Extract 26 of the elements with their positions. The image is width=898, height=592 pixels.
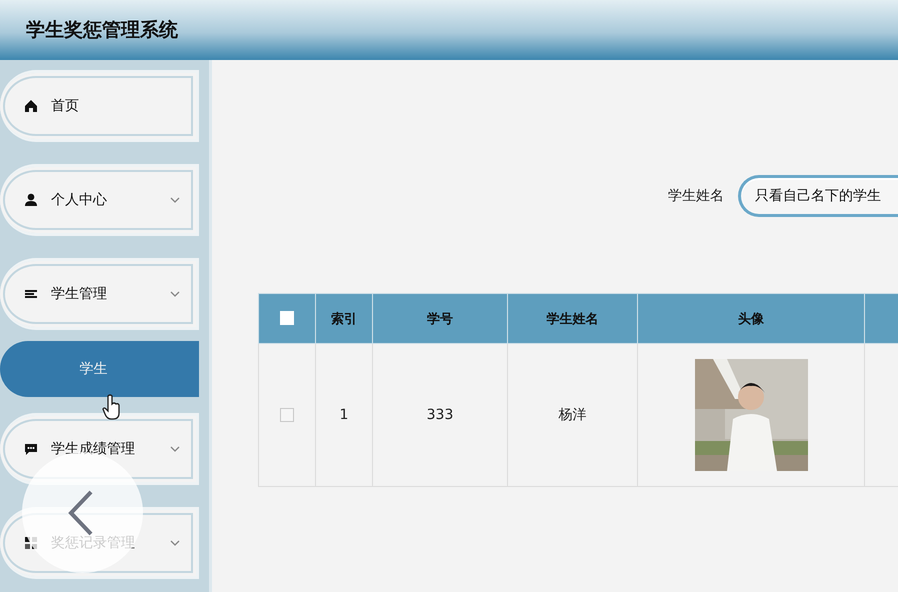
submenu-item[interactable]: 学生: [0, 341, 199, 397]
table-cell: 333: [372, 344, 508, 486]
chevron-down-icon: [170, 291, 180, 297]
chevron-left-icon: [68, 490, 94, 536]
user-icon: [24, 193, 38, 207]
table-cell: 杨洋: [508, 344, 638, 486]
chevron-down-icon: [170, 197, 180, 203]
app-title: 学生奖惩管理系统: [26, 18, 178, 43]
home-icon: [24, 99, 38, 113]
search-field[interactable]: 只看自己名下的学生: [738, 175, 898, 217]
column-header: 学生姓名: [508, 294, 638, 344]
checkbox[interactable]: [280, 311, 294, 326]
menu-item[interactable]: 首页: [0, 70, 199, 142]
column-header: 头像: [638, 294, 864, 344]
menu-item[interactable]: 学生管理: [0, 258, 199, 330]
hand-cursor-icon: [102, 394, 122, 420]
search-label: 学生姓名: [668, 187, 724, 205]
list-icon: [24, 287, 38, 301]
menu-item[interactable]: 个人中心: [0, 164, 199, 236]
column-header: 索引: [316, 294, 372, 344]
column-header: 学号: [372, 294, 508, 344]
table-cell: 1: [316, 344, 372, 486]
chevron-down-icon: [170, 446, 180, 452]
chevron-down-icon: [170, 540, 180, 546]
chat-icon: [24, 442, 38, 456]
checkbox[interactable]: [280, 408, 294, 422]
